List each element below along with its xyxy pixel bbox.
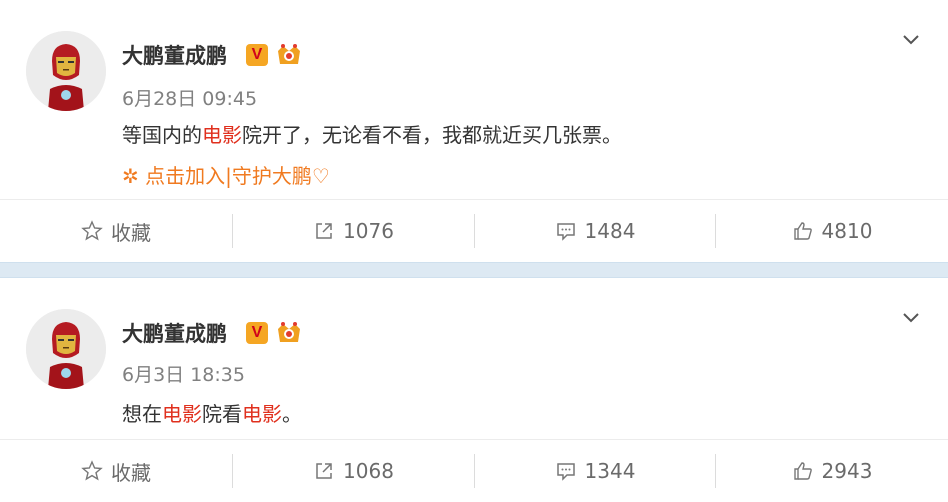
- post-text: 想在电影院看电影。: [122, 398, 302, 427]
- feed-separator: [0, 262, 948, 278]
- text-segment: 想在: [122, 402, 162, 426]
- repost-button[interactable]: 1068: [233, 440, 474, 502]
- comment-button[interactable]: 1484: [475, 200, 715, 262]
- text-segment: 院开了，无论看不看，我都就近买几张票。: [242, 123, 622, 147]
- like-button[interactable]: 2943: [716, 440, 948, 502]
- ironman-avatar-image: [26, 309, 106, 389]
- sparkle-icon: ✲: [122, 164, 139, 188]
- post-time[interactable]: 6月3日 18:35: [122, 360, 245, 387]
- text-segment: 院看: [202, 402, 242, 426]
- comment-count: 1484: [584, 219, 636, 243]
- ironman-avatar-image: [26, 31, 106, 111]
- share-icon: [316, 223, 332, 239]
- post-text: 等国内的电影院开了，无论看不看，我都就近买几张票。: [122, 119, 622, 148]
- chevron-down-icon[interactable]: [900, 307, 922, 329]
- repost-count: 1076: [343, 219, 394, 243]
- comment-count: 1344: [584, 459, 636, 483]
- post-time[interactable]: 6月28日 09:45: [122, 84, 257, 111]
- repost-count: 1068: [343, 459, 394, 483]
- topic-link[interactable]: 电影: [202, 123, 242, 147]
- text-segment: 等国内的: [122, 123, 202, 147]
- author-name[interactable]: 大鹏董成鹏: [122, 318, 227, 348]
- text-segment: 。: [282, 402, 302, 426]
- author-name[interactable]: 大鹏董成鹏: [122, 40, 227, 70]
- thumbs-up-icon: [793, 462, 812, 480]
- action-bar: 收藏 1068 1344 2943: [0, 439, 948, 502]
- action-bar: 收藏 1076 1484 4810: [0, 199, 948, 262]
- comment-button[interactable]: 1344: [475, 440, 715, 502]
- chevron-down-icon[interactable]: [900, 29, 922, 51]
- topic-link[interactable]: 电影: [242, 402, 282, 426]
- favorite-label: 收藏: [111, 460, 151, 485]
- post-card: 大鹏董成鹏 V 6月3日 18:35 想在电影院看电影。 收藏 1068 134…: [0, 278, 948, 496]
- like-button[interactable]: 4810: [716, 200, 948, 262]
- avatar[interactable]: [26, 309, 106, 389]
- share-icon: [316, 463, 332, 479]
- verified-badge: V: [246, 322, 268, 344]
- avatar[interactable]: [26, 31, 106, 111]
- vip-crown-icon: [278, 44, 300, 64]
- like-count: 2943: [821, 459, 873, 483]
- like-count: 4810: [821, 219, 873, 243]
- thumbs-up-icon: [793, 222, 812, 240]
- verified-badge: V: [246, 44, 268, 66]
- favorite-button[interactable]: 收藏: [0, 440, 232, 502]
- comment-icon: [556, 463, 575, 481]
- favorite-button[interactable]: 收藏: [0, 200, 232, 262]
- comment-icon: [556, 223, 575, 241]
- topic-link[interactable]: 电影: [162, 402, 202, 426]
- favorite-label: 收藏: [111, 220, 151, 245]
- promo-text: 点击加入|守护大鹏♡: [145, 164, 330, 188]
- post-card: 大鹏董成鹏 V 6月28日 09:45 等国内的电影院开了，无论看不看，我都就近…: [0, 0, 948, 262]
- star-icon: [81, 460, 103, 481]
- star-icon: [81, 220, 103, 241]
- repost-button[interactable]: 1076: [233, 200, 474, 262]
- vip-crown-icon: [278, 322, 300, 342]
- promo-link[interactable]: ✲ 点击加入|守护大鹏♡: [122, 160, 330, 189]
